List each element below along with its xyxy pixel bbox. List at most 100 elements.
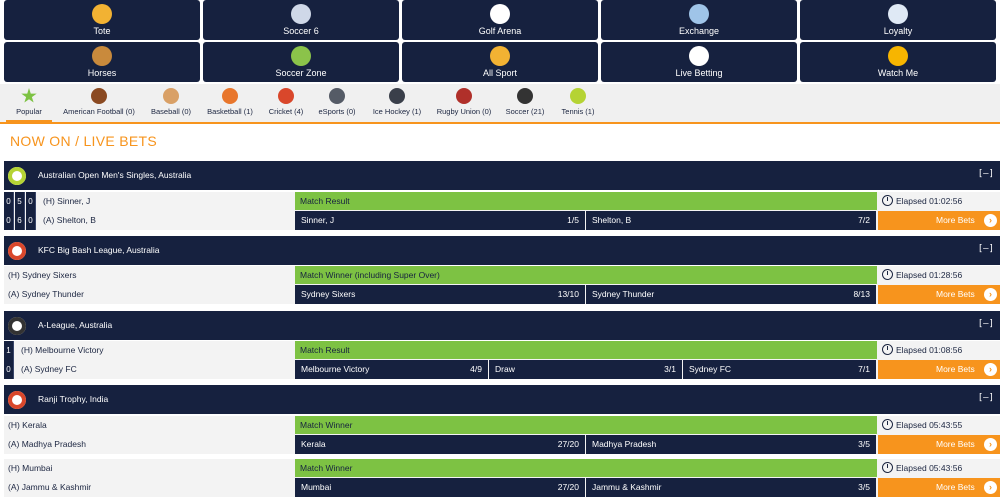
nav-tile-label: All Sport [482, 68, 517, 78]
stopwatch-icon [882, 269, 893, 280]
odds-button[interactable]: Kerala 27/20 [295, 435, 586, 454]
event-title: KFC Big Bash League, Australia [38, 245, 160, 255]
elapsed-time: Elapsed 01:28:56 [878, 266, 1000, 284]
sport-tab-label: Cricket (4) [268, 107, 304, 116]
outcome-price: 1/5 [567, 215, 579, 225]
more-bets-button[interactable]: More Bets › [878, 478, 1000, 497]
gamepad-icon [329, 88, 345, 104]
score-cell: 0 [26, 211, 36, 230]
more-bets-button[interactable]: More Bets › [878, 435, 1000, 454]
soccer-zone-icon [291, 46, 311, 66]
odds-button[interactable]: Sydney FC 7/1 [683, 360, 877, 379]
outcome-price: 4/9 [470, 364, 482, 374]
event-header: Ranji Trophy, India [–] [4, 385, 1000, 414]
match-side: Elapsed 01:08:56 More Bets › [878, 341, 1000, 379]
sport-tab-american-football[interactable]: American Football (0) [58, 84, 140, 122]
match-row: 1 0 (H) Melbourne Victory (A) Sydney FC Matc… [4, 341, 1000, 379]
event-title: Ranji Trophy, India [38, 394, 109, 404]
sport-tab-esports[interactable]: eSports (0) [314, 84, 360, 122]
outcome-name: Sinner, J [301, 215, 335, 225]
sports-strip: Popular American Football (0) Baseball (0)… [0, 84, 1000, 124]
score-cell: 0 [26, 192, 36, 211]
sport-tab-basketball[interactable]: Basketball (1) [202, 84, 258, 122]
nav-tile-label: Soccer Zone [275, 68, 327, 78]
collapse-button[interactable]: [–] [978, 244, 994, 254]
more-bets-label: More Bets [936, 439, 975, 449]
odds-button[interactable]: Sydney Sixers 13/10 [295, 285, 586, 304]
odds-button[interactable]: Melbourne Victory 4/9 [295, 360, 489, 379]
stopwatch-icon [882, 195, 893, 206]
nav-tile-live-betting[interactable]: Live Betting [601, 42, 797, 82]
sport-tab-label: Basketball (1) [207, 107, 253, 116]
arrow-right-icon: › [984, 481, 997, 494]
cricket-icon [8, 242, 26, 260]
more-bets-button[interactable]: More Bets › [878, 211, 1000, 230]
elapsed-time: Elapsed 05:43:55 [878, 416, 1000, 434]
sport-tab-label: eSports (0) [318, 107, 356, 116]
collapse-button[interactable]: [–] [978, 169, 994, 179]
basketball-icon [222, 88, 238, 104]
odds-button[interactable]: Jammu & Kashmir 3/5 [586, 478, 877, 497]
nav-tile-golf-arena[interactable]: Golf Arena [402, 0, 598, 40]
odds-button[interactable]: Shelton, B 7/2 [586, 211, 877, 230]
more-bets-button[interactable]: More Bets › [878, 285, 1000, 304]
odds-button[interactable]: Draw 3/1 [489, 360, 683, 379]
collapse-button[interactable]: [–] [978, 319, 994, 329]
exchange-icon [689, 4, 709, 24]
stopwatch-icon [882, 344, 893, 355]
sport-tab-soccer[interactable]: Soccer (21) [502, 84, 548, 122]
baseball-bat-icon [163, 88, 179, 104]
elapsed-text: Elapsed 01:02:56 [896, 196, 963, 206]
match-row: (H) Sydney Sixers (A) Sydney Thunder Match… [4, 266, 1000, 304]
nav-tile-all-sport[interactable]: All Sport [402, 42, 598, 82]
odds-button[interactable]: Sydney Thunder 8/13 [586, 285, 877, 304]
collapse-button[interactable]: [–] [978, 393, 994, 403]
more-bets-button[interactable]: More Bets › [878, 360, 1000, 379]
match-row: (H) Kerala (A) Madhya Pradesh Match Winner… [4, 416, 1000, 454]
sport-tab-cricket[interactable]: Cricket (4) [264, 84, 308, 122]
outcome-name: Sydney Thunder [592, 289, 655, 299]
odds-button[interactable]: Mumbai 27/20 [295, 478, 586, 497]
score-cell: 0 [4, 211, 14, 230]
nav-tile-label: Golf Arena [478, 26, 522, 36]
match-teams: (H) Kerala (A) Madhya Pradesh [4, 416, 294, 454]
nav-tile-tote[interactable]: Tote [4, 0, 200, 40]
arrow-right-icon: › [984, 363, 997, 376]
market: Match Result Sinner, J 1/5 Shelton, B 7/2 [295, 192, 877, 230]
market-title: Match Winner (including Super Over) [295, 266, 877, 284]
nav-tile-soccer-zone[interactable]: Soccer Zone [203, 42, 399, 82]
nav-tile-watch-me[interactable]: Watch Me [800, 42, 996, 82]
golf-ball-icon [490, 4, 510, 24]
elapsed-text: Elapsed 05:43:56 [896, 463, 963, 473]
nav-tile-loyalty[interactable]: Loyalty [800, 0, 996, 40]
score-cell: 1 [4, 341, 14, 360]
nav-tile-soccer-6[interactable]: Soccer 6 [203, 0, 399, 40]
sport-tab-label: Soccer (21) [505, 107, 545, 116]
sport-tab-ice-hockey[interactable]: Ice Hockey (1) [368, 84, 426, 122]
soccer-ball-icon [517, 88, 533, 104]
match-side: Elapsed 05:43:55 More Bets › [878, 416, 1000, 454]
event-title: A-League, Australia [38, 320, 113, 330]
odds-button[interactable]: Sinner, J 1/5 [295, 211, 586, 230]
sport-tab-tennis[interactable]: Tennis (1) [556, 84, 600, 122]
nav-tile-horses[interactable]: Horses [4, 42, 200, 82]
market-title: Match Winner [295, 416, 877, 434]
sport-tab-baseball[interactable]: Baseball (0) [146, 84, 196, 122]
market-title: Match Result [295, 341, 877, 359]
sport-tab-label: Baseball (0) [150, 107, 192, 116]
nav-tile-exchange[interactable]: Exchange [601, 0, 797, 40]
home-team: (H) Sydney Sixers [8, 270, 77, 280]
odds-button[interactable]: Madhya Pradesh 3/5 [586, 435, 877, 454]
tennis-ball-icon [570, 88, 586, 104]
outcome-name: Sydney FC [689, 364, 732, 374]
match-side: Elapsed 01:02:56 More Bets › [878, 192, 1000, 230]
sport-tab-popular[interactable]: Popular [6, 84, 52, 122]
event-header: A-League, Australia [–] [4, 311, 1000, 340]
sport-tab-label: Popular [16, 107, 42, 116]
sport-tab-rugby-union[interactable]: Rugby Union (0) [432, 84, 496, 122]
ice-hockey-icon [389, 88, 405, 104]
page-title: NOW ON / LIVE BETS [10, 133, 157, 149]
event-title: Australian Open Men's Singles, Australia [38, 170, 192, 180]
outcome-name: Sydney Sixers [301, 289, 356, 299]
nav-tile-label: Horses [87, 68, 117, 78]
